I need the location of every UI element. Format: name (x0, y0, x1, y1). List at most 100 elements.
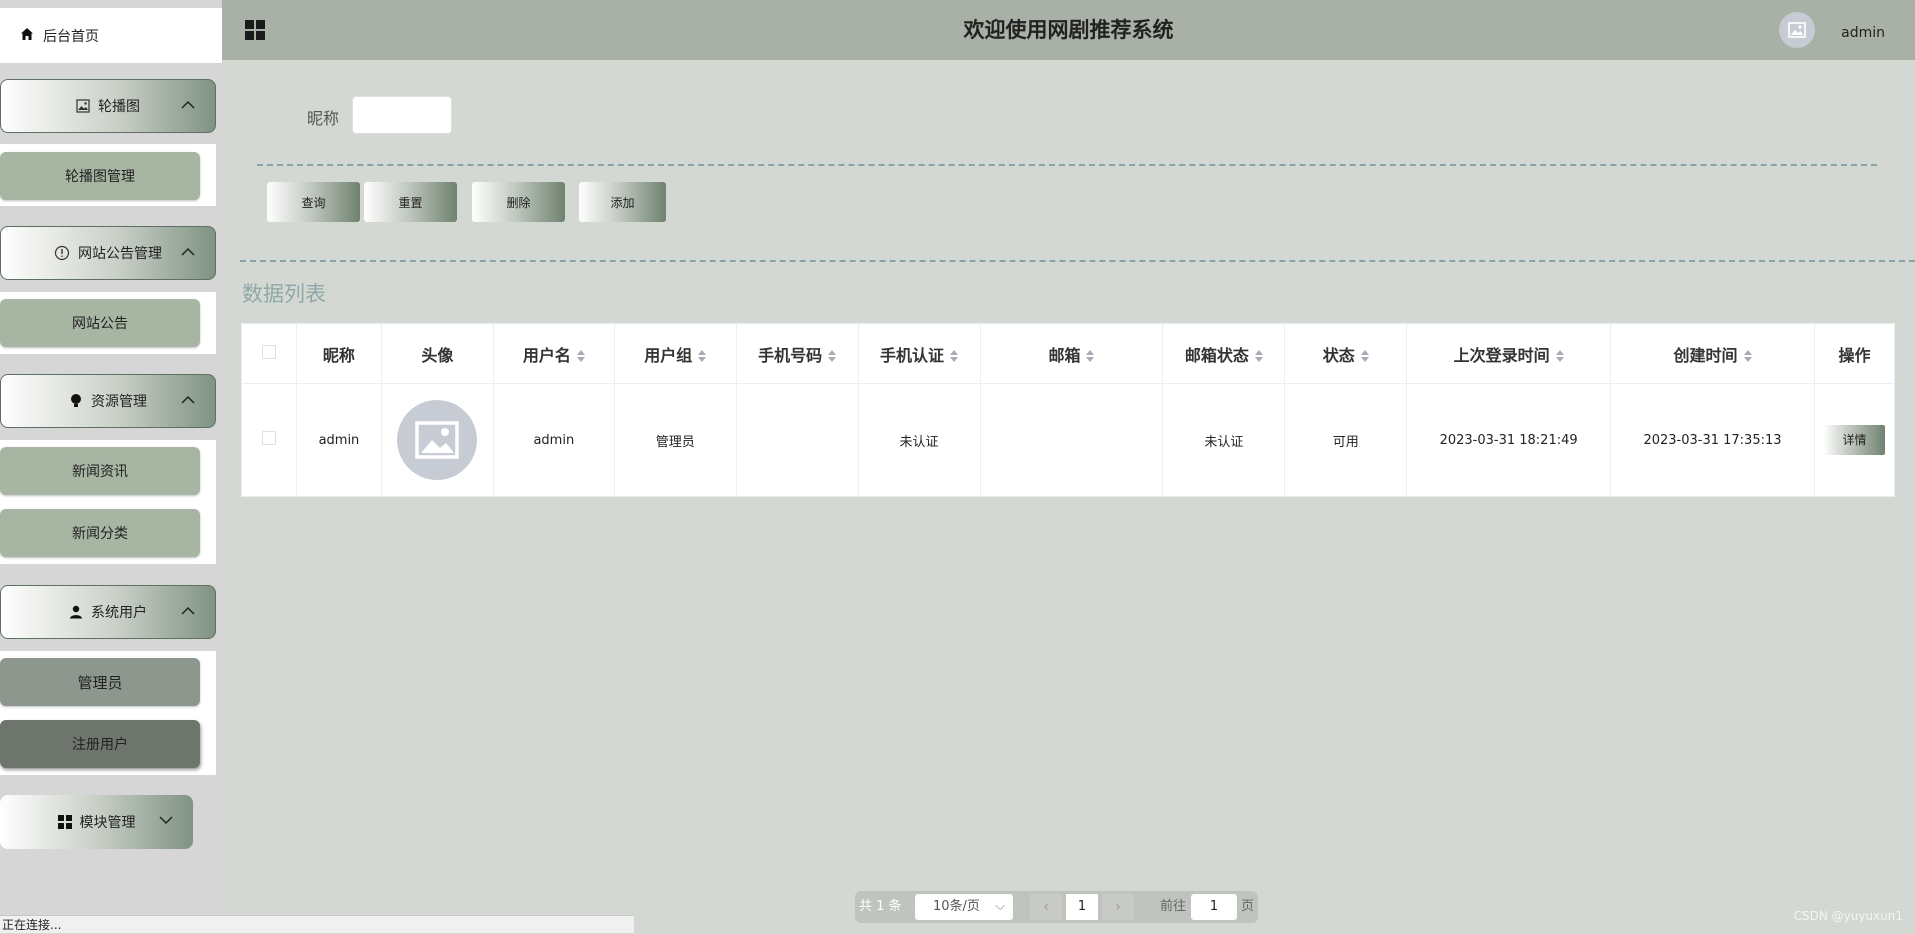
add-button[interactable]: 添加 (579, 182, 666, 222)
cell-email-status: 未认证 (1162, 383, 1286, 497)
nickname-label: 昵称 (307, 109, 340, 128)
watermark: CSDN @yuyuxun1 (1793, 909, 1903, 923)
col-header[interactable]: 用户组 (613, 323, 737, 384)
sort-icon[interactable] (1743, 350, 1752, 362)
cell-group: 管理员 (613, 383, 737, 497)
sidebar-item-label: 新闻分类 (72, 526, 128, 542)
chevron-up-icon (181, 393, 195, 409)
col-header[interactable]: 手机号码 (735, 323, 859, 384)
bulb-icon (69, 393, 83, 409)
goto-page-input[interactable]: 1 (1191, 894, 1237, 920)
chevron-left-icon: ‹ (1043, 899, 1049, 915)
sort-icon[interactable] (1555, 350, 1564, 362)
sidebar-home-link[interactable]: 后台首页 (0, 8, 222, 63)
main-content: 昵称 查询 重置 删除 添加 数据列表 昵称 头像 用户名 用户组 手机号码 手… (222, 60, 1915, 915)
sidebar-group-label: 模块管理 (79, 815, 136, 831)
sidebar-item-registered-users[interactable]: 注册用户 (0, 720, 200, 768)
sidebar-group-label: 资源管理 (91, 394, 147, 410)
cell-username: admin (492, 383, 615, 497)
goto-label: 前往 (1160, 899, 1187, 914)
chevron-up-icon (181, 98, 195, 114)
sidebar-home-label: 后台首页 (43, 28, 99, 45)
pagination: 共 1 条 10条/页 ⌵ ‹ 1 › 前往 1 页 (855, 891, 1258, 923)
sidebar-group-modules[interactable]: 模块管理 (0, 795, 193, 849)
sidebar-item-label: 轮播图管理 (65, 169, 135, 185)
cell-nickname: admin (295, 383, 382, 497)
page-title: 欢迎使用网剧推荐系统 (963, 18, 1174, 42)
sidebar-group-resources[interactable]: 资源管理 (0, 374, 216, 428)
cell-action: 详情 (1813, 383, 1896, 497)
sidebar-item-announcement[interactable]: 网站公告 (0, 299, 200, 347)
grid-icon (57, 815, 72, 829)
submenu-resources: 新闻资讯 新闻分类 (0, 440, 216, 564)
col-header[interactable]: 邮箱状态 (1162, 323, 1286, 384)
col-header[interactable]: 用户名 (492, 323, 615, 384)
divider (240, 260, 1915, 262)
sort-icon[interactable] (1360, 350, 1369, 362)
chevron-right-icon: › (1115, 899, 1121, 915)
current-page[interactable]: 1 (1066, 894, 1098, 920)
sort-icon[interactable] (828, 350, 837, 362)
row-checkbox[interactable] (261, 431, 276, 445)
top-header: 欢迎使用网剧推荐系统 admin (222, 0, 1915, 60)
page-size-select[interactable]: 10条/页 ⌵ (915, 894, 1013, 920)
sidebar-group-carousel[interactable]: 轮播图 (0, 79, 216, 133)
nickname-input[interactable] (352, 96, 452, 134)
sidebar-group-announcement[interactable]: 网站公告管理 (0, 226, 216, 280)
reset-button[interactable]: 重置 (364, 182, 457, 222)
user-icon (69, 605, 83, 619)
sort-icon[interactable] (1086, 350, 1095, 362)
detail-button[interactable]: 详情 (1823, 425, 1886, 455)
sidebar-item-label: 注册用户 (72, 737, 128, 753)
submenu-system-users: 管理员 注册用户 (0, 651, 216, 775)
sidebar-item-admin[interactable]: 管理员 (0, 658, 200, 706)
sidebar: 后台首页 轮播图 轮播图管理 网站公告管理 网站公告 资源管理 新闻资讯 新闻分… (0, 0, 222, 933)
sort-icon[interactable] (576, 350, 585, 362)
sidebar-item-carousel-manage[interactable]: 轮播图管理 (0, 152, 200, 200)
cell-phone (735, 383, 859, 497)
sort-icon[interactable] (698, 350, 707, 362)
col-header[interactable]: 状态 (1284, 323, 1408, 384)
next-page-button[interactable]: › (1102, 894, 1134, 920)
cell-phone-auth: 未认证 (857, 383, 981, 497)
username-label[interactable]: admin (1841, 0, 1885, 66)
prev-page-button[interactable]: ‹ (1030, 894, 1062, 920)
sort-icon[interactable] (950, 350, 959, 362)
list-title: 数据列表 (242, 282, 326, 306)
table-header-row: 昵称 头像 用户名 用户组 手机号码 手机认证 邮箱 邮箱状态 状态 上次登录时… (241, 323, 1896, 384)
cell-created: 2023-03-31 17:35:13 (1610, 383, 1815, 497)
col-header[interactable]: 邮箱 (979, 323, 1164, 384)
sidebar-group-label: 轮播图 (98, 99, 140, 115)
avatar[interactable] (1779, 12, 1815, 48)
submenu-carousel: 轮播图管理 (0, 144, 216, 206)
sidebar-group-system-users[interactable]: 系统用户 (0, 585, 216, 639)
browser-status-bar: 正在连接... (0, 915, 634, 933)
sidebar-item-news-category[interactable]: 新闻分类 (0, 509, 200, 557)
info-icon (54, 245, 70, 261)
sidebar-group-label: 网站公告管理 (78, 246, 162, 262)
picture-icon (76, 99, 90, 113)
delete-button[interactable]: 删除 (472, 182, 565, 222)
col-header[interactable]: 上次登录时间 (1406, 323, 1612, 384)
select-all-checkbox[interactable] (261, 345, 276, 359)
page-size-value: 10条/页 (933, 899, 980, 914)
cell-avatar (380, 383, 494, 497)
col-header[interactable]: 手机认证 (857, 323, 981, 384)
page-suffix: 页 (1241, 899, 1255, 914)
pagination-total: 共 1 条 (859, 899, 902, 914)
cell-email (979, 383, 1164, 497)
sort-icon[interactable] (1254, 350, 1263, 362)
chevron-up-icon (181, 245, 195, 261)
row-select-cell[interactable] (241, 383, 297, 497)
cell-status: 可用 (1284, 383, 1408, 497)
query-button[interactable]: 查询 (267, 182, 360, 222)
chevron-down-icon: ⌵ (995, 899, 1005, 914)
sidebar-item-label: 新闻资讯 (72, 464, 128, 480)
sidebar-item-news[interactable]: 新闻资讯 (0, 447, 200, 495)
cell-last-login: 2023-03-31 18:21:49 (1406, 383, 1612, 497)
chevron-down-icon (159, 813, 173, 829)
select-all-cell[interactable] (241, 323, 297, 384)
sidebar-item-label: 管理员 (77, 673, 123, 692)
col-header[interactable]: 创建时间 (1610, 323, 1815, 384)
submenu-announcement: 网站公告 (0, 292, 216, 354)
